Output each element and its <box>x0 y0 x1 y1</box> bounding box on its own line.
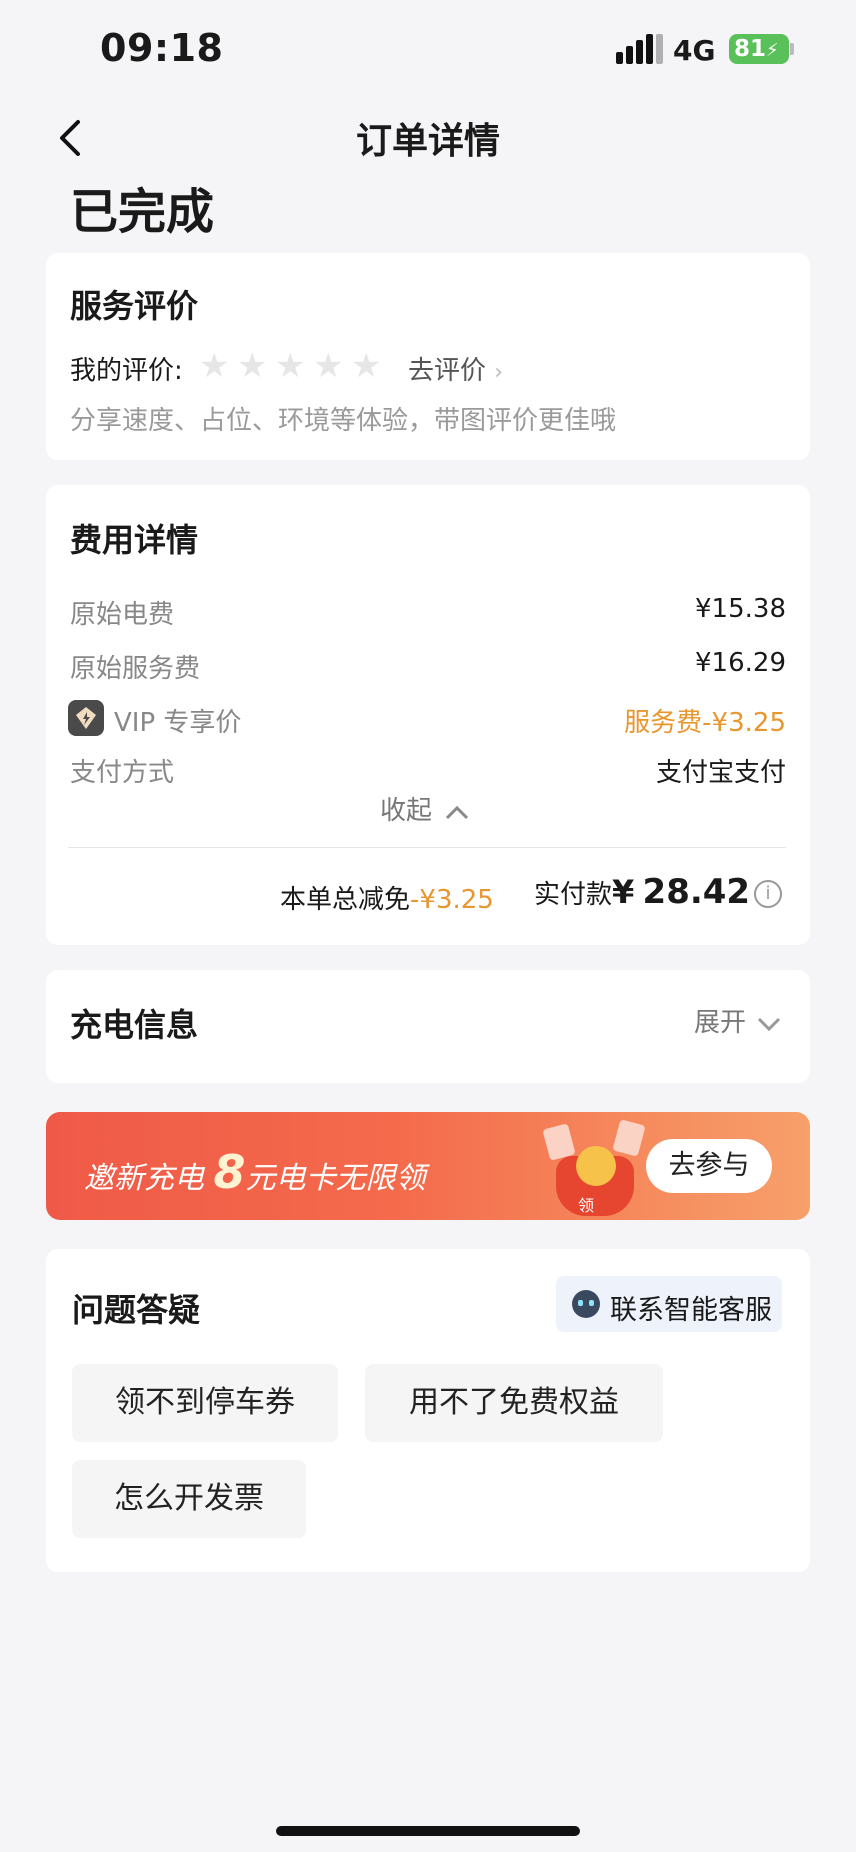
fee-row-value: ¥15.38 <box>695 594 786 624</box>
faq-chip-invoice[interactable]: 怎么开发票 <box>72 1460 306 1538</box>
banner-prefix: 邀新充电 <box>84 1161 204 1196</box>
collapse-label: 收起 <box>380 796 433 826</box>
vip-price-label: VIP 专享价 <box>114 708 242 738</box>
charging-title: 充电信息 <box>70 1006 199 1044</box>
status-bar: 09:18 4G 81⚡ <box>0 0 856 100</box>
total-discount-label: 本单总减免 <box>280 885 411 915</box>
signal-icon <box>616 34 663 64</box>
network-label: 4G <box>673 34 716 67</box>
fee-row-value: ¥16.29 <box>695 648 786 678</box>
vip-icon <box>68 700 104 736</box>
divider <box>68 847 786 848</box>
page-title: 订单详情 <box>355 121 500 162</box>
star-icon[interactable]: ★ <box>237 346 267 386</box>
order-status: 已完成 <box>70 184 215 240</box>
star-icon[interactable]: ★ <box>275 346 305 386</box>
paid-currency: ¥ <box>612 873 635 911</box>
status-time: 09:18 <box>100 26 224 70</box>
fee-row-label: 支付方式 <box>70 758 175 788</box>
battery-level: 81 <box>734 36 767 62</box>
star-icon[interactable]: ★ <box>351 346 381 386</box>
rating-hint: 分享速度、占位、环境等体验，带图评价更佳哦 <box>70 406 617 436</box>
chevron-down-icon <box>758 1017 781 1031</box>
home-indicator <box>276 1826 580 1836</box>
join-button[interactable]: 去参与 <box>646 1139 772 1193</box>
envelope-badge: 领 <box>578 1196 595 1215</box>
faq-chip-benefits[interactable]: 用不了免费权益 <box>365 1364 663 1442</box>
faq-chip-parking[interactable]: 领不到停车券 <box>72 1364 338 1442</box>
total-discount: 本单总减免-¥3.25 <box>280 879 494 916</box>
fee-row-label: 原始服务费 <box>70 654 201 684</box>
fee-title: 费用详情 <box>70 521 199 559</box>
faq-title: 问题答疑 <box>72 1291 201 1329</box>
banner-highlight: 8 <box>213 1145 246 1199</box>
chevron-up-icon <box>446 805 469 819</box>
fee-row-label: 原始电费 <box>70 600 175 630</box>
red-envelope-icon: 领 <box>516 1119 666 1220</box>
total-discount-value: -¥3.25 <box>410 885 494 915</box>
paid-value: 28.42 <box>642 872 751 912</box>
battery-icon: 81⚡ <box>729 34 789 64</box>
robot-icon <box>572 1290 600 1318</box>
go-rate-label: 去评价 <box>408 356 487 386</box>
star-icon[interactable]: ★ <box>313 346 343 386</box>
info-icon[interactable]: i <box>754 880 782 908</box>
go-rate-link[interactable]: 去评价 › <box>408 350 503 387</box>
expand-button[interactable]: 展开 <box>694 1002 782 1039</box>
battery-tip <box>790 43 794 55</box>
rating-title: 服务评价 <box>70 287 199 325</box>
vip-price-value: 服务费-¥3.25 <box>624 708 786 738</box>
my-rating-label: 我的评价: <box>70 356 183 386</box>
contact-support-label: 联系智能客服 <box>610 1295 772 1326</box>
promo-banner[interactable]: 邀新充电 8元电卡无限领 领 去参与 <box>46 1112 810 1220</box>
banner-suffix: 元电卡无限领 <box>245 1161 426 1196</box>
star-icon[interactable]: ★ <box>199 346 229 386</box>
expand-label: 展开 <box>694 1008 747 1038</box>
collapse-button[interactable]: 收起 <box>380 790 470 827</box>
chevron-right-icon: › <box>494 360 504 385</box>
payment-method-value: 支付宝支付 <box>655 758 786 788</box>
paid-amount: 实付款¥ 28.42 <box>534 872 750 912</box>
contact-support-button[interactable]: 联系智能客服 <box>556 1276 782 1332</box>
paid-label: 实付款 <box>534 880 613 910</box>
banner-text: 邀新充电 8元电卡无限领 <box>84 1145 426 1199</box>
